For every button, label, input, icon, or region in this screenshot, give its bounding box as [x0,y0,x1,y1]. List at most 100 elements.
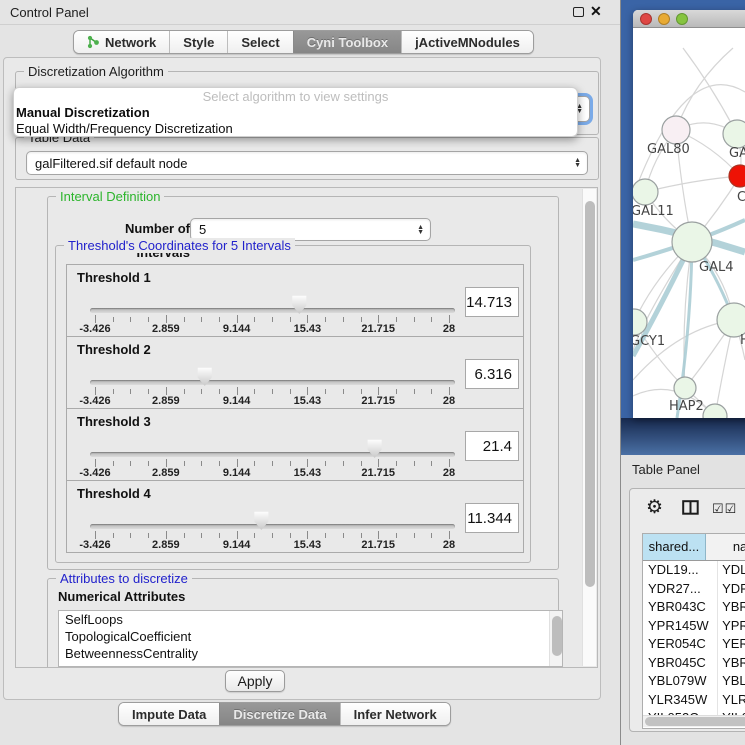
table-row[interactable]: YBR045CYBR0 [643,654,745,673]
cell-shared-name: YBR043C [643,598,717,617]
tick-label: 2.859 [152,467,180,479]
tick [396,389,397,394]
network-window-titlebar[interactable] [633,10,745,28]
attribute-item-topologicalcoefficient[interactable]: TopologicalCoefficient [59,628,562,645]
popup-item-equal-width-frequency-discretization[interactable]: Equal Width/Frequency Discretization [14,121,577,137]
thresholds-coordinates-group: Threshold's Coordinates for 5 Intervals … [55,245,531,563]
network-edge [645,176,740,192]
slider-track[interactable] [90,308,455,313]
tab-style[interactable]: Style [169,31,227,53]
tab-impute-data[interactable]: Impute Data [119,703,219,725]
split-columns-icon[interactable] [682,500,699,520]
close-icon[interactable]: ✕ [590,3,602,20]
popup-item-manual-discretization[interactable]: Manual Discretization [14,105,577,121]
table-row[interactable]: YLR345WYLR3 [643,691,745,710]
slider-track[interactable] [90,452,455,457]
network-node-h[interactable] [717,303,745,337]
network-node-hap2[interactable] [674,377,696,399]
cell-shared-name: YDL19... [643,561,717,580]
select-columns-icon[interactable]: ☑☑ [712,501,737,517]
tick-label: 2.859 [152,539,180,551]
list-scrollbar-thumb[interactable] [552,616,562,656]
column-header-name[interactable]: name [706,534,745,560]
tick [272,461,273,466]
tick [361,461,362,466]
table-panel-region: Table Panel ⚙ ☑☑ shared... name YDL19...… [621,455,745,745]
tick [166,459,167,467]
control-panel-titlebar: Control Panel ✕ [0,0,620,25]
table-row[interactable]: YPR145WYPR1 [643,617,745,636]
network-icon [87,35,100,49]
network-node-gal4[interactable] [672,222,712,262]
tab-label: Select [241,35,279,50]
table-horizontal-scrollbar[interactable] [643,715,745,727]
list-scrollbar[interactable] [549,611,562,666]
tick [325,389,326,394]
tab-label: Style [183,35,214,50]
column-header-shared-name[interactable]: shared... [643,534,706,560]
network-node-gal80[interactable] [662,116,690,144]
cell-shared-name: YBL079W [643,672,717,691]
numerical-attributes-label: Numerical Attributes [58,589,185,604]
tick [449,315,450,323]
tick-label: 2.859 [152,323,180,335]
threshold-value-field[interactable] [465,359,519,389]
float-icon[interactable] [573,7,584,17]
attribute-item-selfloops[interactable]: SelfLoops [59,611,562,628]
table-hscrollbar-thumb[interactable] [645,717,745,726]
close-traffic-icon[interactable] [640,13,652,25]
tick-label: 9.144 [223,467,251,479]
node-label: GAL11 [633,204,674,219]
tab-discretize-data[interactable]: Discretize Data [219,703,339,725]
table-row[interactable]: YBR043CYBR0 [643,598,745,617]
tab-infer-network[interactable]: Infer Network [340,703,450,725]
settings-scrollbar[interactable] [582,189,596,666]
tick-label: 15.43 [294,539,322,551]
minimize-traffic-icon[interactable] [658,13,670,25]
network-node-c[interactable] [729,165,745,187]
settings-scrollbar-thumb[interactable] [585,201,595,587]
network-canvas[interactable]: GAL80GACGAL11GAL4GCY1HHAP2 [633,28,745,418]
tab-jactivemnodules[interactable]: jActiveMNodules [401,31,533,53]
table-row[interactable]: YER054CYER0 [643,635,745,654]
tab-cyni-toolbox[interactable]: Cyni Toolbox [293,31,401,53]
network-node-gal11[interactable] [633,179,658,205]
threshold-value-field[interactable] [465,431,519,461]
node-label: HAP2 [669,399,704,414]
bottom-tab-bar: Impute DataDiscretize DataInfer Network [118,702,451,726]
tick [219,461,220,466]
threshold-value-field[interactable] [465,287,519,317]
threshold-value-field[interactable] [465,503,519,533]
tick [343,389,344,394]
table-data-combobox[interactable]: galFiltered.sif default node ▲▼ [26,151,588,175]
tick [184,389,185,394]
node-label: C [737,190,745,205]
window-title: Control Panel [10,5,89,20]
zoom-traffic-icon[interactable] [676,13,688,25]
apply-button[interactable]: Apply [225,670,285,692]
tab-network[interactable]: Network [74,31,169,53]
tick-label: -3.426 [79,395,110,407]
table-row[interactable]: YBL079WYBL0 [643,672,745,691]
table-row[interactable]: YDL19...YDL1 [643,561,745,580]
table-row[interactable]: YDR27...YDR2 [643,580,745,599]
tick-label: -3.426 [79,539,110,551]
gear-icon[interactable]: ⚙ [646,497,663,519]
network-node-ga[interactable] [723,120,745,148]
tick [113,533,114,538]
tab-select[interactable]: Select [227,31,292,53]
tick [325,461,326,466]
threshold-panel-3: Threshold 3-3.4262.8599.14415.4321.71528 [66,408,524,481]
tick [130,461,131,466]
tick [431,389,432,394]
slider-track[interactable] [90,524,455,529]
tick-label: 15.43 [294,467,322,479]
cyni-toolbox-panel: Discretization Algorithm ▲▼ Table Data g… [3,57,601,700]
tick [130,533,131,538]
tick-label: 21.715 [361,323,395,335]
tick [95,387,96,395]
network-edge [676,48,733,130]
slider-track[interactable] [90,380,455,385]
network-node[interactable] [703,404,727,418]
attribute-item-betweennesscentrality[interactable]: BetweennessCentrality [59,645,562,662]
